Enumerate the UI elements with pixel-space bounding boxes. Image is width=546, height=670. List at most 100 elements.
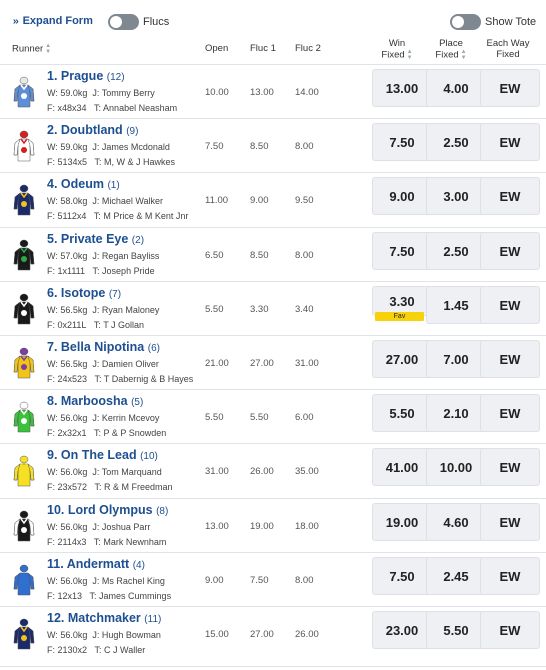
each-way-button[interactable]: EW — [480, 232, 540, 270]
fluc1-price: 19.00 — [250, 521, 274, 532]
each-way-button[interactable]: EW — [480, 123, 540, 161]
each-way-button[interactable]: EW — [480, 611, 540, 649]
runner-jockey: J: Michael Walker — [92, 196, 164, 206]
weight-jockey: W: 59.0kg J: Tommy Berry — [47, 88, 155, 98]
each-way-button[interactable]: EW — [480, 340, 540, 378]
runner-name[interactable]: 10. Lord Olympus (8) — [47, 503, 168, 517]
win-fixed-button[interactable]: 13.00 — [372, 69, 432, 107]
show-tote-toggle[interactable] — [450, 14, 481, 30]
weight-jockey: W: 57.0kg J: Regan Bayliss — [47, 251, 159, 261]
fluc2-price: 35.00 — [295, 466, 319, 477]
runner-name-text: 10. Lord Olympus — [47, 503, 153, 517]
runner-name[interactable]: 1. Prague (12) — [47, 69, 125, 83]
jockey-silks-icon — [13, 564, 35, 596]
runner-trainer: T: T Dabernig & B Hayes — [94, 374, 194, 384]
open-price: 7.50 — [205, 141, 224, 152]
barrier-number: (1) — [107, 180, 120, 191]
fluc1-price: 27.00 — [250, 358, 274, 369]
runner-name[interactable]: 2. Doubtland (9) — [47, 123, 138, 137]
each-way-button[interactable]: EW — [480, 69, 540, 107]
each-way-button[interactable]: EW — [480, 448, 540, 486]
place-fixed-column-header[interactable]: Place Fixed ▲ ▼ — [426, 38, 476, 61]
win-fixed-button[interactable]: 5.50 — [372, 394, 432, 432]
runner-trainer: T: Mark Newnham — [93, 537, 167, 547]
win-fixed-button[interactable]: 41.00 — [372, 448, 432, 486]
place-fixed-button[interactable]: 4.00 — [426, 69, 486, 107]
place-fixed-button[interactable]: 2.10 — [426, 394, 486, 432]
fluc2-price: 18.00 — [295, 521, 319, 532]
barrier-number: (4) — [132, 560, 145, 571]
fluc2-price: 8.00 — [295, 250, 314, 261]
place-fixed-button[interactable]: 10.00 — [426, 448, 486, 486]
win-fixed-button[interactable]: 23.00 — [372, 611, 432, 649]
toggle-knob — [452, 16, 464, 28]
win-header-line2: Fixed — [381, 49, 405, 61]
runner-name-text: 1. Prague — [47, 69, 104, 83]
runner-column-header[interactable]: Runner ▲ ▼ — [12, 43, 51, 55]
place-fixed-button[interactable]: 1.45 — [426, 286, 486, 324]
runner-name-text: 5. Private Eye — [47, 232, 129, 246]
runner-name[interactable]: 6. Isotope (7) — [47, 286, 121, 300]
win-fixed-button[interactable]: 7.50 — [372, 123, 432, 161]
fluc1-price: 3.30 — [250, 304, 269, 315]
ew-header-line2: Fixed — [496, 49, 520, 60]
runner-jockey: J: Kerrin Mcevoy — [92, 413, 160, 423]
open-price: 9.00 — [205, 575, 224, 586]
flucs-toggle[interactable] — [108, 14, 139, 30]
win-fixed-button[interactable]: 9.00 — [372, 177, 432, 215]
place-fixed-button[interactable]: 2.45 — [426, 557, 486, 595]
runner-row: 8. Marboosha (5) W: 56.0kg J: Kerrin Mcev… — [0, 389, 546, 443]
runner-trainer: T: P & P Snowden — [94, 428, 167, 438]
win-fixed-column-header[interactable]: Win Fixed ▲ ▼ — [372, 38, 422, 61]
win-fixed-button[interactable]: 27.00 — [372, 340, 432, 378]
each-way-button[interactable]: EW — [480, 503, 540, 541]
runner-name[interactable]: 8. Marboosha (5) — [47, 394, 143, 408]
place-fixed-button[interactable]: 4.60 — [426, 503, 486, 541]
runner-name[interactable]: 12. Matchmaker (11) — [47, 611, 161, 625]
runner-row: 12. Matchmaker (11) W: 56.0kg J: Hugh Bow… — [0, 606, 546, 660]
runner-name[interactable]: 7. Bella Nipotina (6) — [47, 340, 160, 354]
runner-name-text: 12. Matchmaker — [47, 611, 141, 625]
fluc2-column-header: Fluc 2 — [295, 43, 321, 54]
runner-form: F: 12x13 — [47, 591, 83, 601]
runner-trainer: T: M, W & J Hawkes — [94, 157, 176, 167]
each-way-button[interactable]: EW — [480, 557, 540, 595]
fluc2-price: 3.40 — [295, 304, 314, 315]
fluc1-column-header: Fluc 1 — [250, 43, 276, 54]
ew-header-line1: Each Way — [486, 38, 530, 49]
place-fixed-button[interactable]: 3.00 — [426, 177, 486, 215]
each-way-fixed-column-header: Each Way Fixed — [478, 38, 538, 60]
each-way-button[interactable]: EW — [480, 394, 540, 432]
runner-form: F: 2x32x1 — [47, 428, 87, 438]
win-header-line1: Win — [388, 38, 406, 49]
each-way-button[interactable]: EW — [480, 286, 540, 324]
win-fixed-button[interactable]: 19.00 — [372, 503, 432, 541]
win-fixed-button[interactable]: 7.50 — [372, 232, 432, 270]
fluc1-price: 27.00 — [250, 629, 274, 640]
runner-jockey: J: Ryan Maloney — [92, 305, 160, 315]
runner-form: F: 5112x4 — [47, 211, 87, 221]
runner-jockey: J: Joshua Parr — [92, 522, 151, 532]
jockey-silks-icon — [13, 510, 35, 542]
each-way-button[interactable]: EW — [480, 177, 540, 215]
place-fixed-button[interactable]: 7.00 — [426, 340, 486, 378]
fluc2-price: 31.00 — [295, 358, 319, 369]
place-fixed-button[interactable]: 5.50 — [426, 611, 486, 649]
place-fixed-button[interactable]: 2.50 — [426, 232, 486, 270]
fluc1-price: 13.00 — [250, 87, 274, 98]
runner-name-text: 6. Isotope — [47, 286, 106, 300]
runner-weight: W: 59.0kg — [47, 142, 88, 152]
runner-trainer: T: T J Gollan — [93, 320, 145, 330]
runner-name[interactable]: 4. Odeum (1) — [47, 177, 120, 191]
expand-form-button[interactable]: » Expand Form — [13, 15, 93, 27]
open-price: 5.50 — [205, 304, 224, 315]
place-fixed-button[interactable]: 2.50 — [426, 123, 486, 161]
win-fixed-button[interactable]: 7.50 — [372, 557, 432, 595]
runner-name[interactable]: 11. Andermatt (4) — [47, 557, 145, 571]
form-trainer: F: 2x32x1 T: P & P Snowden — [47, 428, 166, 438]
sort-icon: ▲ ▼ — [45, 43, 52, 55]
runner-name[interactable]: 5. Private Eye (2) — [47, 232, 144, 246]
sort-icon: ▲ ▼ — [460, 49, 467, 61]
runner-name[interactable]: 9. On The Lead (10) — [47, 448, 158, 462]
barrier-number: (7) — [108, 289, 122, 300]
